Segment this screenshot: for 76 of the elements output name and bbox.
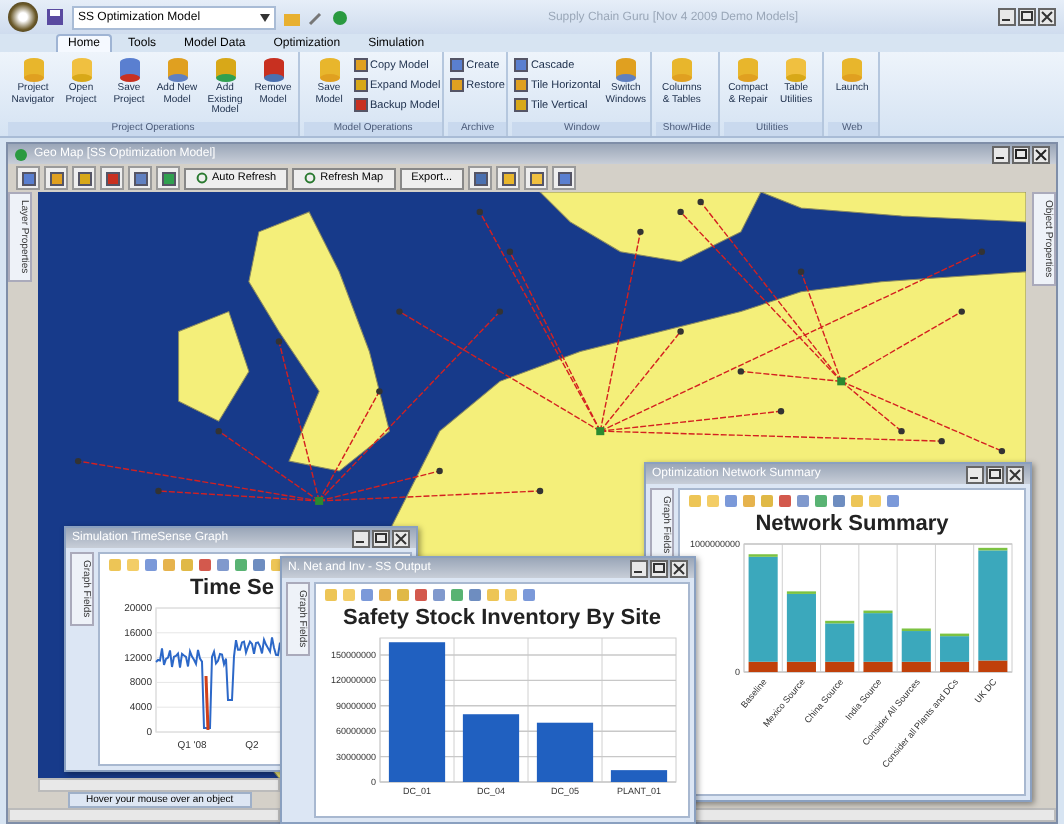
chart-title: Safety Stock Inventory By Site	[343, 606, 661, 630]
database-icon	[667, 56, 696, 84]
bar	[610, 770, 668, 782]
minimize-icon[interactable]	[630, 559, 648, 577]
route-line[interactable]	[275, 338, 320, 502]
database-icon	[163, 56, 191, 84]
database-icon	[611, 56, 640, 84]
close-icon[interactable]	[1006, 465, 1024, 483]
route-line[interactable]	[215, 428, 320, 502]
route-line[interactable]	[318, 308, 504, 502]
toolbar-button[interactable]	[156, 166, 180, 190]
database-icon	[838, 56, 867, 84]
toolbar-button[interactable]	[128, 166, 152, 190]
dip-line	[204, 675, 210, 731]
database-icon	[734, 56, 763, 84]
database-icon	[782, 56, 811, 84]
route-line[interactable]	[840, 380, 905, 435]
maximize-icon[interactable]	[1012, 145, 1030, 163]
app-logo[interactable]	[8, 2, 38, 32]
close-icon[interactable]	[392, 529, 410, 547]
globe-icon[interactable]	[332, 9, 348, 25]
database-icon	[211, 56, 239, 84]
maximize-icon[interactable]	[650, 559, 668, 577]
route-line[interactable]	[506, 248, 601, 432]
scrollbar[interactable]	[692, 808, 1056, 822]
refresh-icon	[304, 172, 317, 184]
database-icon	[315, 56, 343, 84]
tool-icon[interactable]	[308, 9, 324, 25]
route-line[interactable]	[797, 268, 842, 383]
route-line[interactable]	[599, 248, 986, 432]
zoom-button[interactable]	[524, 166, 549, 190]
close-icon[interactable]	[1038, 8, 1056, 26]
toolbar-button[interactable]	[44, 166, 68, 190]
route-line[interactable]	[318, 487, 544, 502]
chart-title: Time Se	[190, 576, 274, 600]
database-icon	[259, 56, 287, 84]
save-icon[interactable]	[46, 8, 64, 26]
database-icon	[115, 56, 143, 84]
route-line[interactable]	[599, 430, 945, 445]
route-line[interactable]	[318, 388, 383, 502]
route-line[interactable]	[599, 328, 684, 432]
route-line[interactable]	[396, 308, 601, 432]
minimize-icon[interactable]	[352, 529, 370, 547]
bar	[536, 722, 594, 782]
maximize-icon[interactable]	[986, 465, 1004, 483]
hub-marker[interactable]	[315, 496, 324, 505]
globe-icon	[14, 147, 28, 161]
refresh-icon	[196, 172, 208, 184]
chart-title: Network Summary	[755, 512, 949, 536]
hub-marker[interactable]	[596, 427, 605, 436]
bar	[388, 642, 446, 782]
caret-icon	[260, 13, 270, 21]
minimize-icon[interactable]	[998, 8, 1016, 26]
close-icon[interactable]	[1032, 145, 1050, 163]
database-icon	[67, 56, 95, 84]
minimize-icon[interactable]	[992, 145, 1010, 163]
route-line[interactable]	[318, 467, 443, 502]
toolbar-button[interactable]	[16, 166, 40, 190]
maximize-icon[interactable]	[372, 529, 390, 547]
close-icon[interactable]	[670, 559, 688, 577]
route-line[interactable]	[737, 368, 842, 383]
hub-marker[interactable]	[837, 377, 846, 386]
scrollbar[interactable]	[38, 778, 280, 792]
maximize-icon[interactable]	[1018, 8, 1036, 26]
zoom-button[interactable]	[468, 166, 493, 190]
toolbar-button[interactable]	[100, 166, 124, 190]
toolbar-button[interactable]	[72, 166, 96, 190]
route-line[interactable]	[840, 380, 1006, 455]
route-line[interactable]	[599, 408, 785, 432]
route-line[interactable]	[599, 228, 644, 432]
bar	[462, 714, 520, 782]
scrollbar[interactable]	[8, 808, 280, 822]
database-icon	[19, 56, 47, 84]
zoom-button[interactable]	[552, 166, 577, 190]
zoom-button[interactable]	[496, 166, 521, 190]
minimize-icon[interactable]	[966, 465, 984, 483]
